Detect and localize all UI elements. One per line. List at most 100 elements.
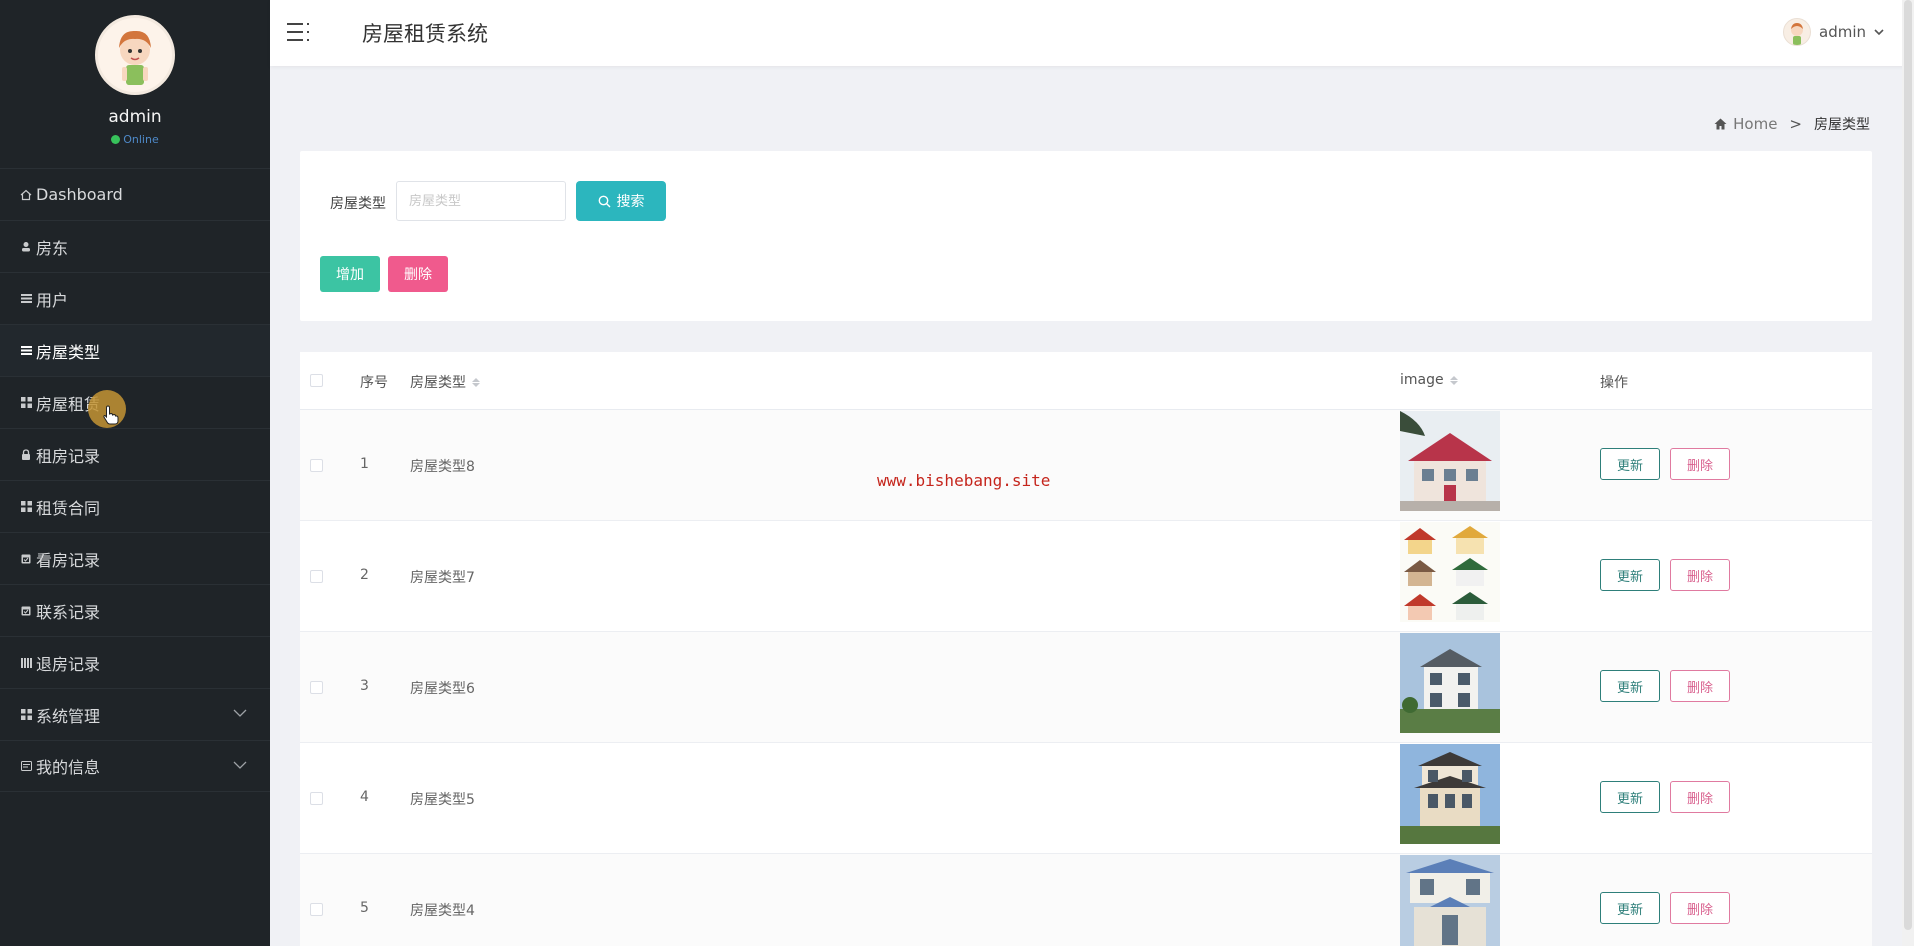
sidebar-item-label: Dashboard — [36, 185, 123, 204]
calendar-icon — [19, 553, 33, 564]
update-button[interactable]: 更新 — [1600, 670, 1660, 702]
update-button[interactable]: 更新 — [1600, 892, 1660, 924]
batch-delete-button[interactable]: 删除 — [388, 256, 448, 292]
sidebar-item-label: 用户 — [36, 290, 69, 310]
add-button[interactable]: 增加 — [320, 256, 380, 292]
profile-name: admin — [108, 107, 162, 127]
house-thumbnail[interactable] — [1400, 633, 1500, 733]
update-button[interactable]: 更新 — [1600, 559, 1660, 591]
sidebar-item-label: 退房记录 — [36, 654, 101, 674]
search-button-label: 搜索 — [616, 194, 645, 210]
row-index: 1 — [360, 456, 369, 472]
sidebar-item-users[interactable]: 用户 — [0, 272, 270, 324]
sidebar-item-dashboard[interactable]: Dashboard — [0, 168, 270, 220]
profile-panel: admin Online — [0, 0, 270, 168]
row-checkbox[interactable] — [310, 903, 323, 916]
row-delete-button[interactable]: 删除 — [1670, 781, 1730, 813]
row-type: 房屋类型8 — [410, 459, 475, 475]
sidebar-item-rental-contracts[interactable]: 租赁合同 — [0, 480, 270, 532]
sidebar-item-label: 租赁合同 — [36, 498, 101, 518]
row-checkbox[interactable] — [310, 570, 323, 583]
menu-toggle-icon[interactable] — [287, 20, 313, 44]
column-index: 序号 — [360, 372, 388, 392]
row-index: 5 — [360, 900, 369, 916]
sidebar-item-label: 房东 — [36, 238, 69, 258]
sidebar-item-my-info[interactable]: 我的信息 — [0, 740, 270, 792]
column-image[interactable]: image — [1400, 372, 1458, 388]
row-type: 房屋类型6 — [410, 681, 475, 697]
sidebar-item-house-rental[interactable]: 房屋租赁 — [0, 376, 270, 428]
breadcrumb-separator: > — [1789, 115, 1802, 133]
breadcrumb-home[interactable]: Home — [1733, 115, 1777, 133]
sidebar-item-house-type[interactable]: 房屋类型 — [0, 324, 270, 376]
column-type-label: 房屋类型 — [410, 375, 466, 391]
chevron-down-icon — [1874, 29, 1884, 36]
chevron-down-icon — [233, 761, 247, 769]
table-row: 2 房屋类型7 更新 删除 — [300, 521, 1872, 632]
row-type: 房屋类型7 — [410, 570, 475, 586]
list-icon — [19, 346, 33, 355]
sidebar-item-landlord[interactable]: 房东 — [0, 220, 270, 272]
sidebar-item-viewing-records[interactable]: 看房记录 — [0, 532, 270, 584]
status-dot-icon — [111, 135, 121, 144]
sidebar-item-contact-records[interactable]: 联系记录 — [0, 584, 270, 636]
table-row: 4 房屋类型5 更新 删除 — [300, 743, 1872, 854]
grid-icon — [19, 709, 33, 720]
calendar-icon — [19, 605, 33, 616]
table-body: 1 房屋类型8 更新 删除 2 房屋类型7 更新 删除 3 房屋类型6 更新 删… — [300, 410, 1872, 946]
card-icon — [19, 761, 33, 771]
house-thumbnail[interactable] — [1400, 522, 1500, 622]
search-button[interactable]: 搜索 — [576, 181, 666, 221]
sidebar-item-label: 房屋类型 — [36, 342, 101, 362]
sort-icon[interactable] — [1449, 375, 1458, 385]
table-row: 3 房屋类型6 更新 删除 — [300, 632, 1872, 743]
grid-icon — [19, 397, 33, 408]
sidebar-item-label: 租房记录 — [36, 446, 101, 466]
breadcrumb-current: 房屋类型 — [1814, 117, 1870, 133]
bars-icon — [19, 657, 33, 668]
update-button[interactable]: 更新 — [1600, 448, 1660, 480]
status-text: Online — [123, 133, 159, 146]
house-thumbnail[interactable] — [1400, 411, 1500, 511]
column-actions: 操作 — [1600, 372, 1628, 392]
sidebar-item-system-management[interactable]: 系统管理 — [0, 688, 270, 740]
page-scrollbar[interactable] — [1902, 0, 1914, 946]
row-checkbox[interactable] — [310, 792, 323, 805]
app-title: 房屋租赁系统 — [362, 22, 488, 46]
online-status: Online — [111, 133, 159, 146]
row-delete-button[interactable]: 删除 — [1670, 892, 1730, 924]
user-avatar — [1783, 18, 1811, 46]
row-delete-button[interactable]: 删除 — [1670, 670, 1730, 702]
scrollbar-thumb[interactable] — [1904, 0, 1912, 930]
sidebar-item-checkout-records[interactable]: 退房记录 — [0, 636, 270, 688]
sidebar-item-label: 我的信息 — [36, 758, 101, 777]
table-row: 5 房屋类型4 更新 删除 — [300, 854, 1872, 946]
user-menu[interactable]: admin — [1783, 18, 1884, 46]
hand-cursor-icon — [103, 405, 119, 425]
update-button[interactable]: 更新 — [1600, 781, 1660, 813]
column-type[interactable]: 房屋类型 — [410, 372, 480, 392]
home-icon — [19, 189, 33, 201]
row-delete-button[interactable]: 删除 — [1670, 448, 1730, 480]
row-checkbox[interactable] — [310, 459, 323, 472]
user-icon — [19, 241, 33, 252]
lock-icon — [19, 449, 33, 460]
row-checkbox[interactable] — [310, 681, 323, 694]
avatar[interactable] — [95, 15, 175, 95]
list-icon — [19, 294, 33, 303]
select-all-checkbox[interactable] — [310, 374, 323, 387]
search-icon — [598, 195, 610, 207]
sort-icon[interactable] — [472, 377, 480, 387]
row-delete-button[interactable]: 删除 — [1670, 559, 1730, 591]
column-image-label: image — [1400, 372, 1444, 388]
watermark: www.bishebang.site — [877, 471, 1051, 490]
topbar: 房屋租赁系统 admin — [270, 0, 1914, 66]
sidebar-item-rental-records[interactable]: 租房记录 — [0, 428, 270, 480]
table-row: 1 房屋类型8 更新 删除 — [300, 410, 1872, 521]
chevron-down-icon — [233, 709, 247, 717]
house-thumbnail[interactable] — [1400, 744, 1500, 844]
house-thumbnail[interactable] — [1400, 855, 1500, 946]
search-input[interactable] — [396, 181, 566, 221]
user-name: admin — [1819, 23, 1866, 41]
column-index-label: 序号 — [360, 375, 388, 391]
